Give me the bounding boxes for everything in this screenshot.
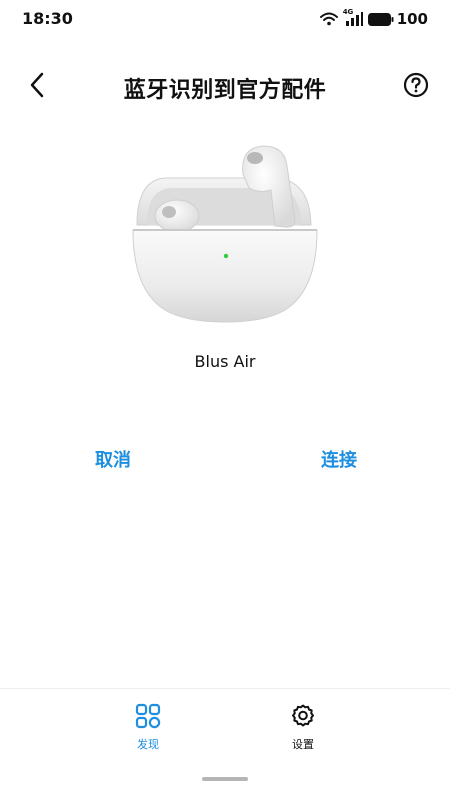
nav-item-settings[interactable]: 设置 xyxy=(263,703,343,752)
earbuds-case-image xyxy=(125,130,325,330)
nav-label-settings: 设置 xyxy=(292,738,314,751)
home-indicator[interactable] xyxy=(202,777,248,781)
cellular-signal-icon: 4G xyxy=(343,8,363,26)
nav-item-discover[interactable]: 发现 xyxy=(108,703,188,752)
wifi-icon xyxy=(319,12,338,26)
device-name: Blus Air xyxy=(194,352,256,371)
status-icons: 4G 100 xyxy=(319,8,428,28)
battery-level: 100 xyxy=(396,10,428,28)
connect-button[interactable]: 连接 xyxy=(289,446,389,472)
header: 蓝牙识别到官方配件 xyxy=(0,62,450,112)
battery-icon xyxy=(367,12,394,26)
question-circle-icon xyxy=(403,72,429,102)
cancel-button[interactable]: 取消 xyxy=(63,446,163,472)
help-button[interactable] xyxy=(402,72,430,102)
gear-icon xyxy=(290,703,316,733)
nav-label-discover: 发现 xyxy=(137,738,159,751)
network-type-label: 4G xyxy=(342,8,354,16)
grid-icon xyxy=(135,703,161,733)
bottom-navigation: 发现 设置 xyxy=(0,688,450,759)
status-time: 18:30 xyxy=(22,9,73,28)
battery: 100 xyxy=(367,10,428,28)
status-bar: 18:30 4G 100 xyxy=(0,0,450,38)
page-title: 蓝牙识别到官方配件 xyxy=(123,78,327,103)
